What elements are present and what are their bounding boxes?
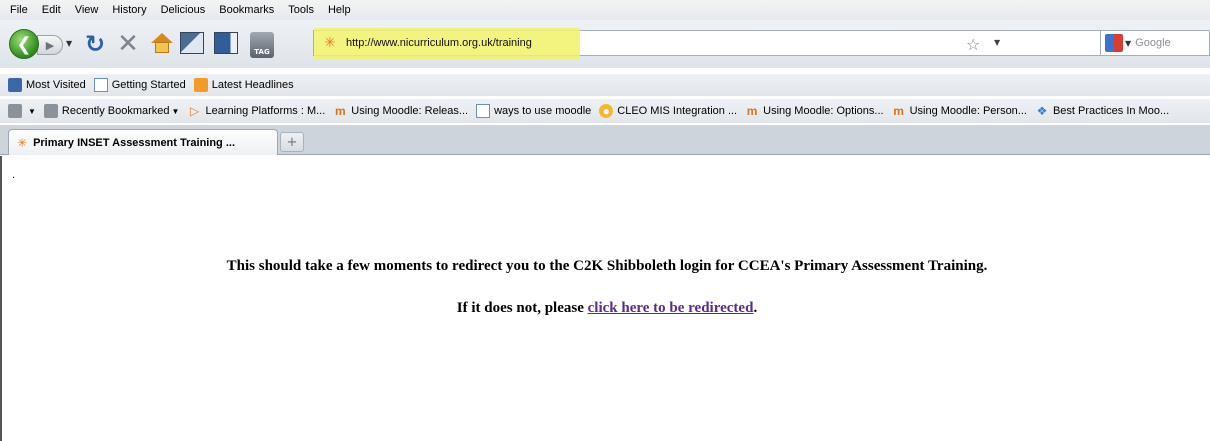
site-favicon-icon: ✳ — [324, 35, 336, 51]
bookmark-latest-headlines[interactable]: Latest Headlines — [193, 78, 294, 92]
menu-history[interactable]: History — [105, 4, 153, 16]
menu-edit[interactable]: Edit — [35, 4, 68, 16]
recent-bookmarks-icon — [43, 104, 58, 118]
bookmark-star-icon[interactable]: ☆ — [966, 35, 980, 54]
page-icon — [476, 104, 491, 118]
bookmark-label: Learning Platforms : M... — [205, 105, 326, 117]
bookmarks-toolbar: Most Visited Getting Started Latest Head… — [0, 74, 1210, 96]
moodle-icon: m — [893, 104, 904, 118]
bookmark-label: Getting Started — [111, 79, 186, 91]
delicious-bookmarks-icon[interactable] — [180, 32, 204, 54]
google-engine-icon[interactable] — [1105, 34, 1123, 52]
dropdown-caret-icon: ▼ — [171, 106, 180, 116]
menu-help[interactable]: Help — [321, 4, 358, 16]
bookmark-label: Using Moodle: Releas... — [351, 105, 469, 117]
tag-button[interactable]: TAG — [250, 32, 274, 58]
bookmark-ways-to-use-moodle[interactable]: ways to use moodle — [476, 104, 591, 118]
moodle-icon: m — [334, 104, 346, 118]
bookmark-getting-started[interactable]: Getting Started — [93, 78, 186, 92]
menu-tools[interactable]: Tools — [281, 4, 321, 16]
moodle-icon: m — [746, 104, 758, 118]
sidebar-toggle-icon[interactable] — [214, 32, 238, 54]
forward-button[interactable]: ▶ — [37, 35, 63, 55]
search-input[interactable]: Google — [1135, 37, 1170, 49]
fallback-message: If it does not, please click here to be … — [2, 300, 1210, 317]
most-visited-icon — [8, 78, 22, 92]
search-bar[interactable]: ▼ Google — [1100, 30, 1210, 56]
back-arrow-icon: ❮ — [16, 33, 32, 55]
history-dropdown-icon[interactable]: ▼ — [66, 39, 72, 48]
address-bar[interactable]: ✳ http://www.nicurriculum.org.uk/trainin… — [313, 28, 1205, 59]
forward-arrow-icon: ▶ — [45, 38, 55, 52]
dropdown-caret-icon: ▼ — [28, 106, 36, 116]
bookmark-best-practices[interactable]: ❖ Best Practices In Moo... — [1035, 104, 1170, 118]
tab-label: Primary INSET Assessment Training ... — [33, 136, 236, 149]
new-tab-button[interactable]: + — [280, 132, 304, 152]
rss-feed-icon — [193, 78, 208, 92]
page-content: . This should take a few moments to redi… — [0, 156, 1210, 441]
plus-icon: + — [286, 134, 298, 150]
url-history-dropdown-icon[interactable]: ▼ — [994, 38, 1000, 47]
menu-file[interactable]: File — [3, 4, 35, 16]
bookmark-label: Using Moodle: Person... — [909, 105, 1027, 117]
bookmark-using-moodle-releases[interactable]: m Using Moodle: Releas... — [333, 104, 468, 118]
delicious-toolbar: ▼ Recently Bookmarked ▼ ▷ Learning Platfor… — [0, 99, 1210, 123]
delicious-menu-button[interactable]: ▼ — [8, 104, 36, 118]
bookmark-learning-platforms[interactable]: ▷ Learning Platforms : M... — [187, 104, 325, 118]
tab-bar: ✳ Primary INSET Assessment Training ... … — [0, 125, 1210, 155]
bookmark-label: Recently Bookmarked — [61, 105, 170, 117]
page-icon — [93, 78, 108, 92]
back-button[interactable]: ❮ — [9, 29, 39, 59]
bookmark-recently-bookmarked[interactable]: Recently Bookmarked ▼ — [43, 104, 180, 118]
bookmark-using-moodle-options[interactable]: m Using Moodle: Options... — [745, 104, 884, 118]
bookmark-label: Latest Headlines — [211, 79, 294, 91]
search-engine-dropdown-icon[interactable]: ▼ — [1125, 39, 1131, 48]
tab-primary-inset[interactable]: ✳ Primary INSET Assessment Training ... — [8, 129, 278, 155]
reload-icon[interactable]: ↻ — [83, 30, 107, 58]
cleo-icon: ● — [599, 104, 614, 118]
redirect-link[interactable]: click here to be redirected — [588, 300, 754, 316]
menu-view[interactable]: View — [68, 4, 106, 16]
navigation-toolbar: ▶ ❮ ▼ ↻ ✕ TAG ✳ http://www.nicurriculum.… — [0, 20, 1210, 68]
bookmark-label: Most Visited — [26, 79, 86, 91]
tag-icon-label: TAG — [254, 48, 270, 56]
menu-delicious[interactable]: Delicious — [154, 4, 213, 16]
bookmark-using-moodle-personal[interactable]: m Using Moodle: Person... — [892, 104, 1027, 118]
bookmark-label: CLEO MIS Integration ... — [617, 105, 738, 117]
stop-icon[interactable]: ✕ — [116, 29, 140, 59]
bookmark-label: Using Moodle: Options... — [763, 105, 884, 117]
bookmark-label: ways to use moodle — [494, 105, 592, 117]
bookmark-label: Best Practices In Moo... — [1052, 105, 1170, 117]
play-icon: ▷ — [189, 104, 200, 118]
url-input[interactable]: http://www.nicurriculum.org.uk/training — [346, 37, 532, 49]
bookmark-cleo-mis[interactable]: ● CLEO MIS Integration ... — [599, 104, 737, 118]
menu-bar: File Edit View History Delicious Bookmar… — [0, 0, 1210, 20]
page-dot: . — [12, 170, 16, 181]
home-icon[interactable] — [150, 32, 174, 56]
menu-bookmarks[interactable]: Bookmarks — [212, 4, 281, 16]
fallback-suffix: . — [753, 300, 758, 316]
bookmark-most-visited[interactable]: Most Visited — [8, 78, 86, 92]
tab-favicon-icon: ✳ — [17, 135, 28, 150]
delicious-logo-icon — [8, 104, 22, 118]
fallback-prefix: If it does not, please — [456, 300, 588, 316]
redirect-message: This should take a few moments to redire… — [226, 258, 988, 274]
puzzle-icon: ❖ — [1036, 104, 1048, 118]
